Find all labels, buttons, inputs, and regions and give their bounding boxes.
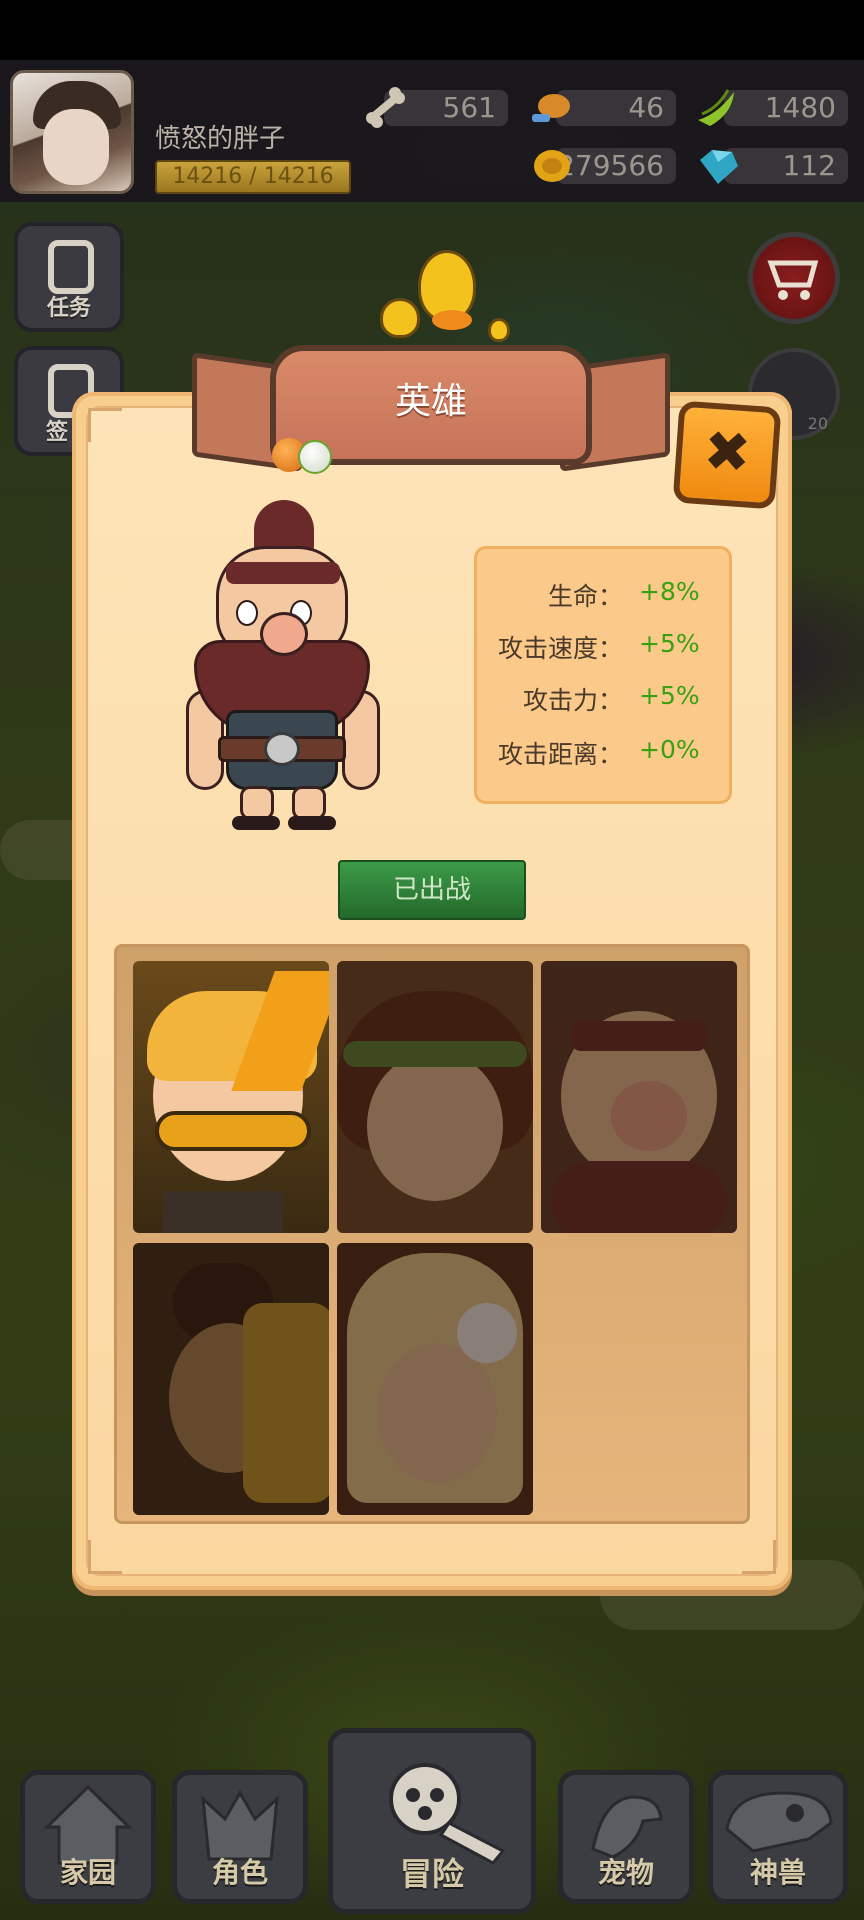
cart-icon <box>767 260 819 300</box>
shop-cart-button[interactable] <box>748 232 840 324</box>
deployed-button[interactable]: 已出战 <box>338 860 526 920</box>
hero-card-bearded[interactable] <box>541 961 737 1233</box>
banana-icon <box>698 89 734 126</box>
stat-row-attack-speed: 攻击速度： +5% <box>477 629 735 669</box>
soccer-ball-icon <box>298 440 332 474</box>
tasks-label: 任务 <box>46 296 91 321</box>
selected-hero-figure <box>172 500 392 830</box>
stat-row-attack: 攻击力： +5% <box>477 681 735 721</box>
player-avatar[interactable] <box>10 70 134 194</box>
hero-card-masked[interactable] <box>133 961 329 1233</box>
hero-card-blonde[interactable] <box>337 1243 533 1515</box>
scroll-icon <box>48 240 94 294</box>
resource-banana-value: 1480 <box>764 91 836 124</box>
nav-home-label: 家园 <box>59 1856 116 1889</box>
nav-home[interactable]: 家园 <box>20 1770 156 1904</box>
stat-label: 攻击力： <box>522 686 623 715</box>
tasks-button[interactable]: 任务 <box>14 222 124 332</box>
resource-meat-value: 46 <box>628 91 664 124</box>
gold-coin-icon <box>534 150 570 182</box>
stat-row-attack-range: 攻击距离： +0% <box>477 735 735 775</box>
dialog-title: 英雄 <box>394 381 467 422</box>
nav-beast-label: 神兽 <box>749 1856 806 1889</box>
nav-adventure-label: 冒险 <box>399 1855 464 1893</box>
duck-mascot <box>370 240 520 350</box>
stat-label: 攻击速度： <box>497 634 623 663</box>
player-name: 愤怒的胖子 <box>155 124 286 154</box>
resource-diamond: 112 <box>724 148 848 184</box>
close-button[interactable]: ✖ <box>672 400 782 510</box>
nav-character[interactable]: 角色 <box>172 1770 308 1904</box>
stat-value: +8% <box>639 577 700 606</box>
nav-pets[interactable]: 宠物 <box>558 1770 694 1904</box>
stat-label: 攻击距离： <box>497 740 623 769</box>
stat-value: +5% <box>639 681 700 710</box>
stat-value: +0% <box>639 735 700 764</box>
bone-icon <box>366 87 405 128</box>
resource-banana: 1480 <box>724 90 848 126</box>
diamond-icon <box>700 150 738 184</box>
balls-decoration <box>272 434 342 474</box>
nav-beast[interactable]: 神兽 <box>708 1770 848 1904</box>
nav-character-label: 角色 <box>211 1856 268 1889</box>
player-hp-bar: 14216 / 14216 <box>155 160 351 194</box>
resource-diamond-value: 112 <box>782 149 836 182</box>
resource-meat: 46 <box>556 90 676 126</box>
nav-pets-label: 宠物 <box>597 1856 654 1889</box>
badge-count: 20 <box>807 414 828 433</box>
hero-card-mohawk[interactable] <box>133 1243 329 1515</box>
resource-gold: 279566 <box>556 148 676 184</box>
stat-value: +5% <box>639 629 700 658</box>
meat-icon <box>532 94 570 122</box>
resource-bone-value: 561 <box>442 91 496 124</box>
stat-row-hp: 生命： +8% <box>477 577 735 617</box>
close-icon: ✖ <box>701 418 753 487</box>
hero-stats-panel: 生命： +8% 攻击速度： +5% 攻击力： +5% 攻击距离： +0% <box>474 546 732 804</box>
stat-label: 生命： <box>547 582 623 611</box>
nav-adventure[interactable]: 冒险 <box>328 1728 536 1914</box>
hero-roster-grid <box>114 944 750 1524</box>
hero-card-girl[interactable] <box>337 961 533 1233</box>
